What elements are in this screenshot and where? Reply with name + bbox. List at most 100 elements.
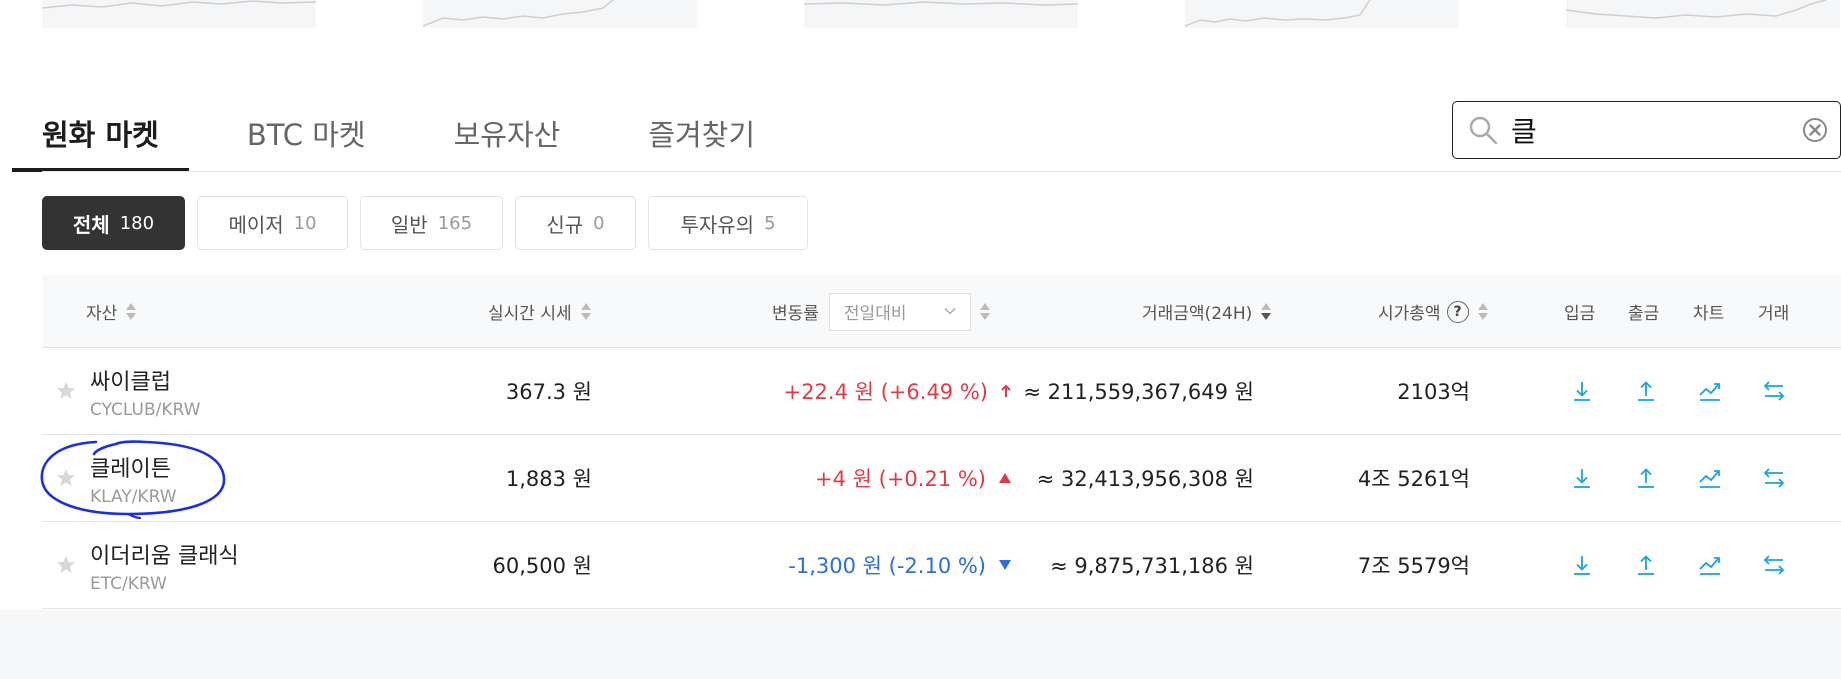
withdraw-icon[interactable] [1633,465,1659,491]
header-change: 변동률 전일대비 [772,275,991,348]
trade-icon[interactable] [1761,552,1787,578]
sparkline-card[interactable] [1566,0,1840,28]
chart-icon[interactable] [1697,465,1723,491]
search-input[interactable] [1511,110,1761,150]
filter-count: 165 [437,212,473,234]
filter-all[interactable]: 전체 180 [42,196,185,250]
help-icon[interactable]: ? [1446,300,1469,323]
sort-icon [580,302,592,322]
arrow-up-icon [1001,384,1011,397]
mcap-cell: 2103억 [1397,380,1470,404]
change-cell: +22.4 원 (+6.49 %) [642,348,1012,434]
volume-cell: ≈ 32,413,956,308 원 [1036,467,1254,491]
deposit-icon[interactable] [1569,465,1595,491]
tab-holdings[interactable]: 보유자산 [454,100,561,172]
market-table: 자산 실시간 시세 변동률 전일대비 거래금액(24H) 시가총액 ? 입금 출… [42,275,1841,609]
filter-label: 신규 [546,212,584,237]
chart-icon[interactable] [1697,552,1723,578]
chart-icon[interactable] [1697,378,1723,404]
filter-count: 5 [764,212,776,234]
mcap-cell: 4조 5261억 [1357,467,1470,491]
asset-name-kr: 이더리움 클래식 [90,544,239,569]
tab-krw-market[interactable]: 원화 마켓 [12,100,189,172]
withdraw-icon[interactable] [1633,552,1659,578]
asset-name-kr: 클레이튼 [90,457,171,482]
header-label: 거래금액(24H) [1142,304,1253,324]
asset-symbol: CYCLUB/KRW [90,400,201,420]
change-value: +22.4 원 (+6.49 %) [783,380,988,404]
deposit-icon[interactable] [1569,378,1595,404]
market-tabs: 원화 마켓 BTC 마켓 보유자산 즐겨찾기 [12,100,843,172]
triangle-down-icon [999,560,1011,570]
volume-cell: ≈ 211,559,367,649 원 [1023,380,1254,404]
table-row[interactable]: 클레이튼 KLAY/KRW 1,883 원 +4 원 (+0.21 %) ≈ 3… [42,435,1841,522]
header-mcap[interactable]: 시가총액 ? [1378,275,1489,348]
sort-icon[interactable] [979,302,991,322]
change-value: +4 원 (+0.21 %) [815,467,986,491]
select-value: 전일대비 [843,304,907,324]
tab-favorites[interactable]: 즐겨찾기 [648,100,755,172]
sort-icon [1260,302,1272,322]
change-basis-select[interactable]: 전일대비 [828,292,971,331]
clear-icon[interactable] [1803,118,1827,142]
header-price[interactable]: 실시간 시세 [488,275,592,348]
footer-background [0,610,1841,679]
filter-pills: 전체 180 메이저 10 일반 165 신규 0 투자유의 5 [42,196,820,250]
change-cell: +4 원 (+0.21 %) [642,435,1012,521]
asset-name[interactable]: 클레이튼 KLAY/KRW [90,451,177,507]
filter-label: 투자유의 [680,212,755,237]
header-chart: 차트 [1693,304,1725,324]
chevron-down-icon [944,307,956,315]
price-cell: 1,883 원 [505,467,592,491]
asset-name-kr: 싸이클럽 [90,370,171,395]
tab-divider [42,171,1841,172]
filter-new[interactable]: 신규 0 [515,196,636,250]
asset-symbol: KLAY/KRW [90,487,177,507]
star-icon[interactable] [56,468,76,488]
filter-general[interactable]: 일반 165 [360,196,503,250]
asset-name[interactable]: 싸이클럽 CYCLUB/KRW [90,364,200,420]
asset-symbol: ETC/KRW [90,574,167,594]
filter-label: 메이저 [228,212,284,237]
withdraw-icon[interactable] [1633,378,1659,404]
asset-name[interactable]: 이더리움 클래식 ETC/KRW [90,538,239,594]
triangle-up-icon [999,473,1011,483]
header-label: 변동률 [772,304,819,324]
deposit-icon[interactable] [1569,552,1595,578]
filter-caution[interactable]: 투자유의 5 [648,196,808,250]
market-page: 원화 마켓 BTC 마켓 보유자산 즐겨찾기 전체 180 메이저 10 일반 … [0,0,1841,679]
table-row[interactable]: 싸이클럽 CYCLUB/KRW 367.3 원 +22.4 원 (+6.49 %… [42,348,1841,435]
header-withdraw: 출금 [1628,304,1660,324]
sparkline-card[interactable] [1185,0,1459,28]
search-icon [1469,116,1498,145]
table-header: 자산 실시간 시세 변동률 전일대비 거래금액(24H) 시가총액 ? 입금 출… [42,275,1841,348]
header-deposit: 입금 [1564,304,1596,324]
filter-label: 일반 [390,212,428,237]
filter-count: 0 [593,212,605,234]
volume-cell: ≈ 9,875,731,186 원 [1050,554,1254,578]
trade-icon[interactable] [1761,378,1787,404]
header-volume[interactable]: 거래금액(24H) [1142,275,1272,348]
sort-icon [1477,302,1489,322]
tab-btc-market[interactable]: BTC 마켓 [247,100,366,172]
search-box[interactable] [1452,101,1841,159]
table-row[interactable]: 이더리움 클래식 ETC/KRW 60,500 원 -1,300 원 (-2.1… [42,522,1841,609]
header-asset[interactable]: 자산 [86,275,137,348]
filter-count: 10 [293,212,317,234]
header-label: 시가총액 [1378,304,1441,324]
mcap-cell: 7조 5579억 [1357,554,1470,578]
filter-label: 전체 [72,212,110,237]
sparkline-card[interactable] [42,0,316,28]
change-value: -1,300 원 (-2.10 %) [788,554,986,578]
filter-major[interactable]: 메이저 10 [197,196,348,250]
star-icon[interactable] [56,555,76,575]
trade-icon[interactable] [1761,465,1787,491]
sparkline-card[interactable] [423,0,697,28]
change-cell: -1,300 원 (-2.10 %) [642,522,1012,608]
sparkline-card[interactable] [804,0,1078,28]
header-label: 자산 [86,304,118,324]
price-cell: 60,500 원 [492,554,592,578]
header-label: 실시간 시세 [488,304,572,324]
header-trade: 거래 [1758,304,1790,324]
star-icon[interactable] [56,381,76,401]
